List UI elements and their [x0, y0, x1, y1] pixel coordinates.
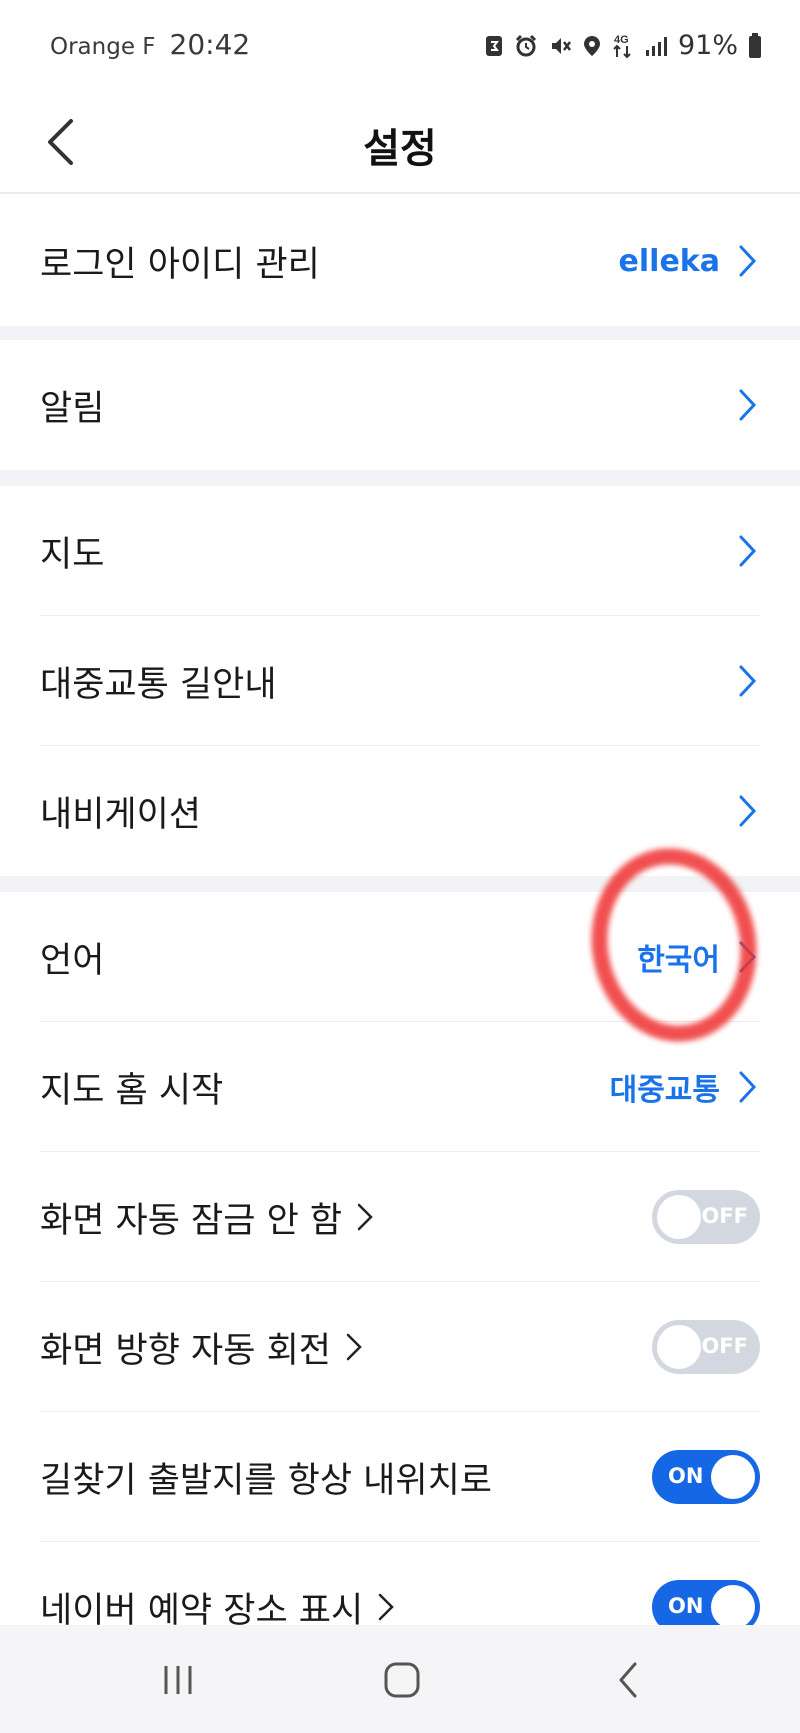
status-bar: Orange F 20:42 4G 91%: [0, 0, 800, 92]
row-start-my-location: 길찾기 출발지를 항상 내위치로 ON: [0, 1412, 800, 1542]
toggle-state-text: ON: [668, 1464, 704, 1488]
chevron-right-icon: [734, 793, 760, 829]
section-gap: [0, 470, 800, 486]
carrier-name: Orange F: [50, 34, 156, 60]
auto-rotate-label-wrap[interactable]: 화면 방향 자동 회전: [40, 1322, 652, 1373]
back-icon: [619, 1662, 637, 1698]
start-my-location-label: 길찾기 출발지를 항상 내위치로: [40, 1460, 492, 1501]
map-settings-group: 지도 대중교통 길안내 내비게이션: [0, 486, 800, 876]
recent-apps-button[interactable]: [148, 1653, 208, 1707]
start-my-location-toggle[interactable]: ON: [652, 1450, 760, 1504]
status-right: 4G 91%: [484, 30, 762, 61]
4g-data-icon: 4G: [612, 32, 634, 60]
row-alarm[interactable]: 알림: [0, 340, 800, 470]
chevron-right-icon: [734, 533, 760, 569]
toggle-state-text: OFF: [701, 1334, 748, 1358]
notification-group: 알림: [0, 340, 800, 470]
toggle-state-text: OFF: [701, 1204, 748, 1228]
toggle-state-text: ON: [668, 1594, 704, 1618]
alarm-icon: [514, 34, 538, 58]
clock: 20:42: [169, 28, 251, 61]
map-label: 지도: [40, 534, 105, 575]
chevron-right-icon: [357, 1203, 373, 1231]
row-auto-rotate: 화면 방향 자동 회전 OFF: [0, 1282, 800, 1412]
login-id-label: 로그인 아이디 관리: [40, 244, 320, 285]
chevron-right-icon: [734, 1069, 760, 1105]
recent-apps-icon: [164, 1666, 192, 1694]
location-icon: [582, 34, 602, 58]
home-icon: [384, 1662, 420, 1698]
battery-percent: 91%: [677, 30, 738, 61]
login-id-value: elleka: [618, 243, 720, 279]
toggle-knob: [657, 1325, 701, 1369]
screen-lock-label: 화면 자동 잠금 안 함: [40, 1200, 343, 1241]
row-login-id[interactable]: 로그인 아이디 관리 elleka: [0, 196, 800, 326]
section-gap: [0, 326, 800, 340]
row-screen-lock: 화면 자동 잠금 안 함 OFF: [0, 1152, 800, 1282]
header: 설정: [0, 92, 800, 194]
navigation-label: 내비게이션: [40, 794, 202, 835]
chevron-right-icon: [734, 387, 760, 423]
chevron-right-icon: [734, 663, 760, 699]
toggle-knob: [711, 1585, 755, 1629]
transit-label: 대중교통 길안내: [40, 664, 277, 705]
account-group: 로그인 아이디 관리 elleka: [0, 196, 800, 326]
mute-vibrate-icon: [548, 34, 572, 58]
signal-icon: [644, 34, 668, 58]
status-left: Orange F 20:42: [50, 28, 250, 61]
alarm-label: 알림: [40, 388, 105, 429]
row-transit[interactable]: 대중교통 길안내: [0, 616, 800, 746]
auto-rotate-label: 화면 방향 자동 회전: [40, 1330, 331, 1371]
toggle-knob: [711, 1455, 755, 1499]
home-button[interactable]: [372, 1653, 432, 1707]
screen-lock-label-wrap[interactable]: 화면 자동 잠금 안 함: [40, 1192, 652, 1243]
chevron-right-icon: [378, 1593, 394, 1621]
sync-icon: [484, 34, 504, 58]
system-navbar: [0, 1625, 800, 1733]
screen-lock-toggle[interactable]: OFF: [652, 1190, 760, 1244]
auto-rotate-toggle[interactable]: OFF: [652, 1320, 760, 1374]
language-label: 언어: [40, 940, 105, 981]
toggle-knob: [657, 1195, 701, 1239]
network-type-text: 4G: [614, 34, 629, 46]
map-home-start-label: 지도 홈 시작: [40, 1070, 224, 1111]
chevron-right-icon: [734, 243, 760, 279]
row-map[interactable]: 지도: [0, 486, 800, 616]
nav-back-button[interactable]: [598, 1653, 658, 1707]
battery-icon: [748, 32, 762, 59]
map-home-start-value: 대중교통: [609, 1073, 720, 1108]
page-title: 설정: [363, 126, 437, 172]
chevron-right-icon: [346, 1333, 362, 1361]
